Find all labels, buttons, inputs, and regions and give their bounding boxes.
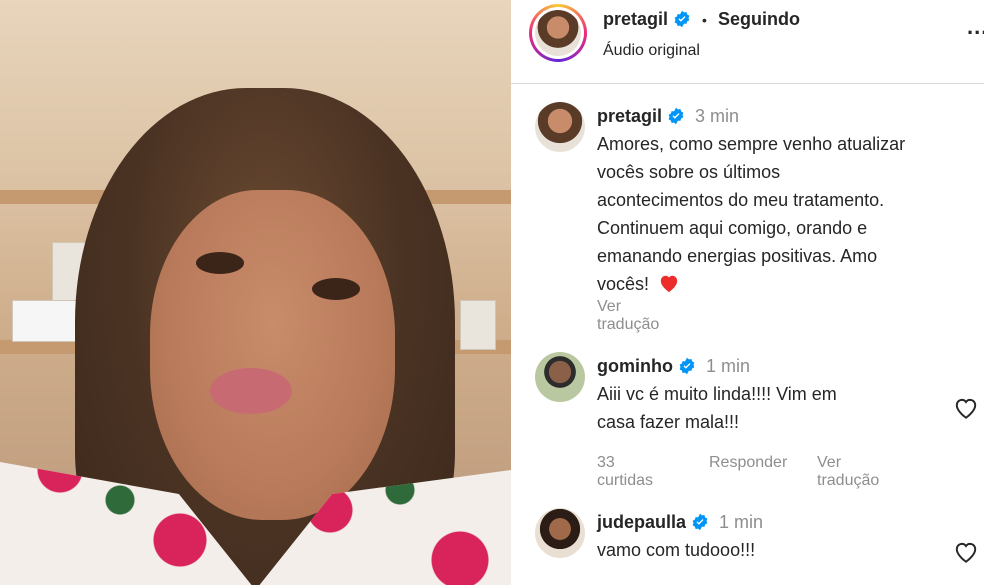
commenter-avatar[interactable] bbox=[535, 352, 585, 402]
comment-line: Aiii vc é muito linda!!!! Vim em bbox=[597, 384, 837, 404]
comment-time: 1 min bbox=[705, 356, 750, 376]
caption-line: vocês sobre os últimos bbox=[597, 162, 781, 182]
caption-see-translation[interactable]: Ver tradução bbox=[597, 298, 659, 334]
comment-header: gominho 1 min bbox=[597, 352, 937, 380]
caption-body: pretagil 3 min Amores, como sempre venho … bbox=[597, 102, 984, 298]
author-avatar[interactable] bbox=[535, 10, 581, 56]
caption-header: pretagil 3 min bbox=[597, 102, 984, 130]
caption-line: Continuem aqui comigo, orando e bbox=[597, 218, 868, 238]
comment-username[interactable]: gominho bbox=[597, 356, 673, 376]
person-face bbox=[150, 190, 395, 520]
caption-line: vocês! bbox=[597, 274, 650, 294]
person-eye-left bbox=[196, 252, 244, 274]
caption-username[interactable]: pretagil bbox=[597, 106, 662, 126]
author-avatar-ring[interactable] bbox=[529, 4, 587, 62]
comment-see-translation[interactable]: Ver tradução bbox=[817, 454, 879, 490]
person-eye-right bbox=[312, 278, 360, 300]
following-button[interactable]: Seguindo bbox=[718, 9, 800, 29]
comment-line: casa fazer mala!!! bbox=[597, 412, 740, 432]
like-comment-heart-icon[interactable] bbox=[953, 540, 979, 564]
post-header: pretagil • Seguindo Áudio original ... bbox=[511, 0, 984, 84]
caption-avatar[interactable] bbox=[535, 102, 585, 152]
post-side-panel: pretagil • Seguindo Áudio original ... p… bbox=[511, 0, 984, 585]
caption-time: 3 min bbox=[695, 106, 740, 126]
original-audio-link[interactable]: Áudio original bbox=[603, 42, 700, 60]
like-comment-heart-icon[interactable] bbox=[953, 396, 979, 420]
comment-reply-button[interactable]: Responder bbox=[709, 454, 787, 472]
comment-header: judepaulla 1 min bbox=[597, 508, 937, 536]
verified-badge-icon bbox=[668, 107, 684, 125]
red-heart-emoji-icon bbox=[660, 275, 678, 293]
header-username[interactable]: pretagil bbox=[603, 9, 668, 29]
header-user-line: pretagil • Seguindo bbox=[603, 9, 800, 30]
verified-badge-icon bbox=[692, 513, 708, 531]
header-separator: • bbox=[702, 12, 707, 28]
caption-line: emanando energias positivas. Amo bbox=[597, 246, 878, 266]
more-options-icon[interactable]: ... bbox=[967, 14, 984, 40]
caption-line: Amores, como sempre venho atualizar bbox=[597, 134, 906, 154]
caption-last-line: vocês! bbox=[597, 270, 984, 298]
person-lips bbox=[210, 368, 292, 414]
verified-badge-icon bbox=[679, 357, 695, 375]
verified-badge-icon bbox=[674, 10, 690, 28]
shelf-box bbox=[460, 300, 496, 350]
reel-video[interactable] bbox=[0, 0, 511, 585]
comment-line: vamo com tudooo!!! bbox=[597, 540, 756, 560]
comment-time: 1 min bbox=[719, 512, 764, 532]
comment-body: gominho 1 min Aiii vc é muito linda!!!! V… bbox=[597, 352, 937, 436]
comment-likes-count[interactable]: 33 curtidas bbox=[597, 454, 653, 490]
commenter-avatar[interactable] bbox=[535, 508, 585, 558]
comment-username[interactable]: judepaulla bbox=[597, 512, 686, 532]
caption-line: acontecimentos do meu tratamento. bbox=[597, 190, 885, 210]
comment-body: judepaulla 1 min vamo com tudooo!!! bbox=[597, 508, 937, 564]
